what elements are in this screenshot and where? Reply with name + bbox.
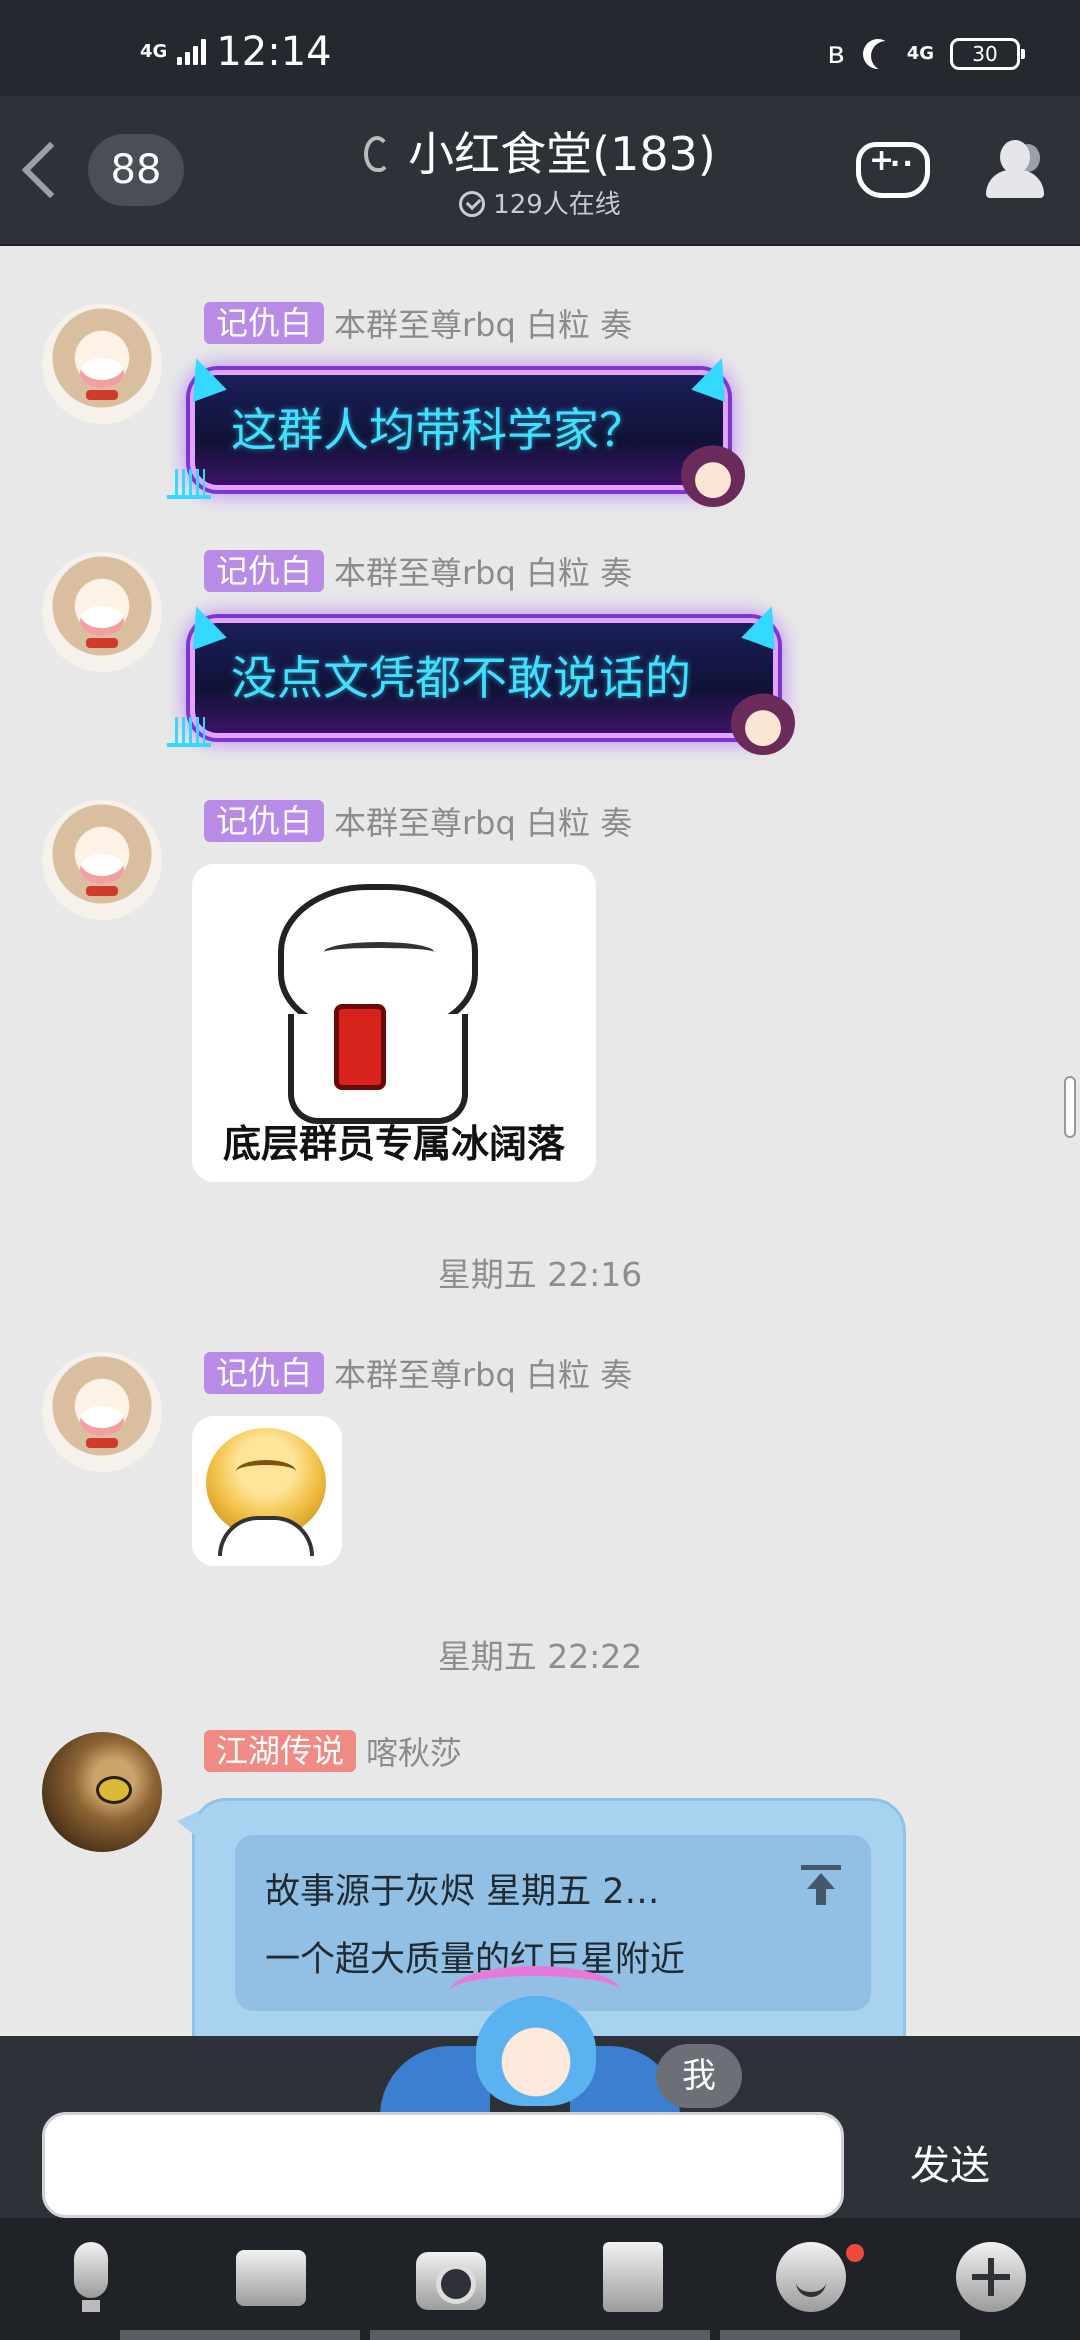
emoji-icon[interactable] (776, 2242, 846, 2312)
sender-name[interactable]: 本群至尊rbq 白粒 奏 (334, 798, 632, 844)
scrollbar-thumb[interactable] (1064, 1076, 1076, 1138)
signal-icon (177, 39, 207, 65)
battery-icon: 30 (950, 37, 1025, 70)
member-title-tag: 记仇白 (204, 800, 325, 842)
sticker-caption: 底层群员专属冰阔落 (222, 1122, 565, 1166)
message-text: 这群人均带科学家？ (231, 403, 645, 457)
member-title-tag: 记仇白 (204, 1352, 325, 1394)
soundwave-decoration (167, 469, 211, 499)
file-icon[interactable] (598, 2242, 668, 2312)
member-title-tag: 记仇白 (204, 550, 325, 592)
sender-line: 记仇白 本群至尊rbq 白粒 奏 (204, 548, 632, 594)
sender-line: 记仇白 本群至尊rbq 白粒 奏 (204, 300, 632, 346)
message-list[interactable]: 记仇白 本群至尊rbq 白粒 奏 这群人均带科学家？ 记仇白 本群至尊rbq 白… (0, 246, 1080, 2036)
sender-name[interactable]: 喀秋莎 (366, 1728, 462, 1774)
chat-header: 88 小红食堂(183) 129人在线 (0, 96, 1080, 246)
network-type-right: 4G (906, 42, 934, 64)
bottom-toolbar (0, 2218, 1080, 2340)
message-input[interactable] (42, 2112, 844, 2218)
message-bubble[interactable]: 没点文凭都不敢说话的 (167, 600, 795, 755)
avatar[interactable] (42, 800, 162, 920)
avatar[interactable] (42, 1352, 162, 1472)
toolbar-divider (120, 2330, 360, 2340)
message-bubble[interactable]: 这群人均带科学家？ (167, 352, 745, 507)
cat-ear-decoration (179, 600, 227, 650)
me-label[interactable]: 我 (656, 2044, 742, 2108)
camera-icon[interactable] (416, 2242, 486, 2312)
ear-icon (364, 136, 391, 172)
chibi-decoration (681, 443, 745, 507)
sticker-image[interactable] (192, 1416, 342, 1566)
avatar[interactable] (42, 1732, 162, 1852)
network-type: 4G (140, 41, 168, 62)
cola-can-drawing (334, 1004, 386, 1090)
sender-name[interactable]: 本群至尊rbq 白粒 奏 (334, 1350, 632, 1396)
cat-ear-decoration (179, 352, 227, 402)
moon-icon (871, 41, 901, 71)
message-text: 没点文凭都不敢说话的 (231, 651, 691, 705)
avatar[interactable] (42, 304, 162, 424)
avatar[interactable] (42, 552, 162, 672)
toolbar-divider (370, 2330, 710, 2340)
sender-line: 江湖传说 喀秋莎 (204, 1728, 462, 1774)
status-bar: 4G 12:14 ʙ 4G 30 (0, 0, 1080, 96)
photo-icon[interactable] (236, 2242, 306, 2312)
sender-line: 记仇白 本群至尊rbq 白粒 奏 (204, 1350, 632, 1396)
cat-ear-decoration (741, 600, 789, 650)
members-icon[interactable] (980, 140, 1050, 200)
online-count: 129人在线 (493, 190, 621, 220)
plus-icon[interactable] (956, 2242, 1026, 2312)
chibi-decoration (731, 691, 795, 755)
soundwave-decoration (167, 717, 211, 747)
toolbar-divider (720, 2330, 960, 2340)
sender-name[interactable]: 本群至尊rbq 白粒 奏 (334, 548, 632, 594)
quote-header: 故事源于灰烬 星期五 2… (265, 1872, 660, 1912)
bluetooth-icon: ʙ (827, 36, 845, 71)
cat-ear-decoration (691, 352, 739, 402)
status-right: ʙ 4G 30 (827, 36, 1025, 71)
sender-name[interactable]: 本群至尊rbq 白粒 奏 (334, 300, 632, 346)
time-divider: 星期五 22:22 (437, 1637, 643, 1676)
notification-dot (846, 2244, 864, 2262)
check-circle-icon (459, 191, 486, 217)
microphone-icon[interactable] (56, 2242, 126, 2312)
game-controller-icon[interactable] (856, 142, 930, 198)
mascot-decoration (380, 1966, 680, 2116)
time-divider: 星期五 22:16 (437, 1255, 643, 1294)
member-title-tag: 记仇白 (204, 302, 325, 344)
group-title-text: 小红食堂(183) (408, 127, 716, 181)
send-button[interactable]: 发送 (890, 2126, 1010, 2206)
member-title-tag: 江湖传说 (204, 1730, 357, 1772)
clock: 12:14 (216, 29, 332, 75)
sender-line: 记仇白 本群至尊rbq 白粒 奏 (204, 798, 632, 844)
sticker-image[interactable]: 底层群员专属冰阔落 (192, 864, 596, 1182)
status-left: 4G 12:14 (140, 32, 332, 72)
